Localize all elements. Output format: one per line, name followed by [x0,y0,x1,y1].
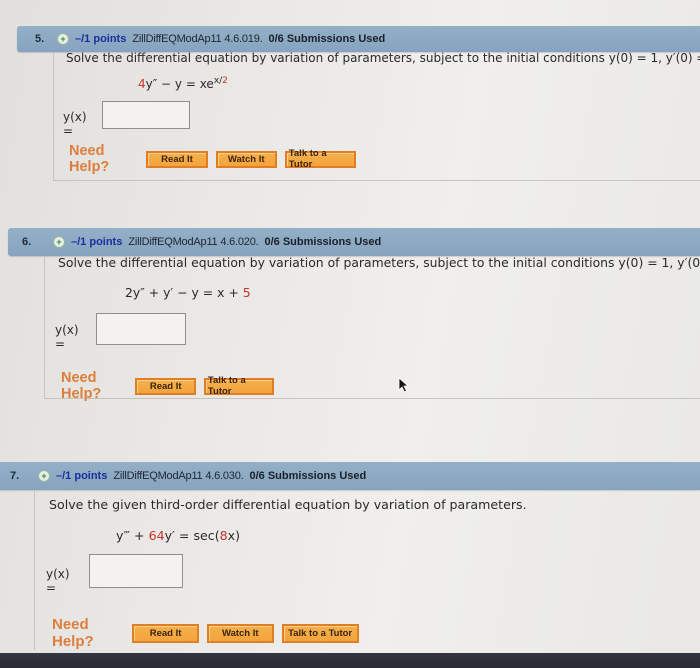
points-label: –/1 points [71,236,123,248]
need-help-label: Need Help? [69,143,110,175]
question-number: 6. [22,236,32,248]
question-prompt: Solve the given third-order differential… [49,497,527,512]
need-help-label: Need Help? [52,616,94,650]
help-row: Need Help? Read It Watch It Talk to a Tu… [69,143,364,175]
read-it-button[interactable]: Read It [132,623,199,643]
expand-plus-icon[interactable]: + [38,470,50,482]
read-it-button[interactable]: Read It [146,150,208,168]
talk-to-tutor-button[interactable]: Talk to a Tutor [284,148,357,170]
answer-label: y(x) = [63,110,87,138]
help-row: Need Help? Read It Talk to a Tutor [61,370,282,402]
question-prompt: Solve the differential equation by varia… [66,51,700,65]
watch-it-button[interactable]: Watch It [206,623,274,643]
points-label: –/1 points [75,33,127,45]
question-header: 6. + –/1 points ZillDiffEQModAp11 4.6.02… [8,228,700,256]
equation: 4y″ − y = xex/2 [138,76,228,91]
answer-input[interactable] [96,313,186,345]
answer-label: y(x) = [55,323,79,351]
problem-code: ZillDiffEQModAp11 4.6.030. [113,470,244,482]
problem-code: ZillDiffEQModAp11 4.6.020. [128,236,259,248]
question-prompt: Solve the differential equation by varia… [58,255,700,270]
watch-it-button[interactable]: Watch It [215,150,277,168]
problem-code: ZillDiffEQModAp11 4.6.019. [132,33,263,45]
submissions-used: 0/6 Submissions Used [268,33,386,45]
question-header: 5. + –/1 points ZillDiffEQModAp11 4.6.01… [17,26,700,52]
answer-label: y(x) = [46,567,70,595]
equation: y‴ + 64y′ = sec(8x) [116,528,241,543]
help-row: Need Help? Read It Watch It Talk to a Tu… [52,616,367,650]
question-header: 7. + –/1 points ZillDiffEQModAp11 4.6.03… [0,462,700,490]
mouse-pointer-icon [398,377,409,393]
expand-plus-icon[interactable]: + [53,236,65,248]
read-it-button[interactable]: Read It [135,377,196,395]
question-number: 5. [35,33,45,45]
need-help-label: Need Help? [61,370,102,402]
talk-to-tutor-button[interactable]: Talk to a Tutor [281,623,359,643]
points-label: –/1 points [56,470,108,482]
submissions-used: 0/6 Submissions Used [249,470,367,482]
question-number: 7. [10,470,20,482]
expand-plus-icon[interactable]: + [57,33,69,45]
submissions-used: 0/6 Submissions Used [264,236,382,248]
answer-input[interactable] [89,554,183,588]
screen-bezel [0,653,700,668]
answer-input[interactable] [102,101,190,129]
talk-to-tutor-button[interactable]: Talk to a Tutor [203,375,275,397]
equation: 2y″ + y′ − y = x + 5 [125,285,251,300]
